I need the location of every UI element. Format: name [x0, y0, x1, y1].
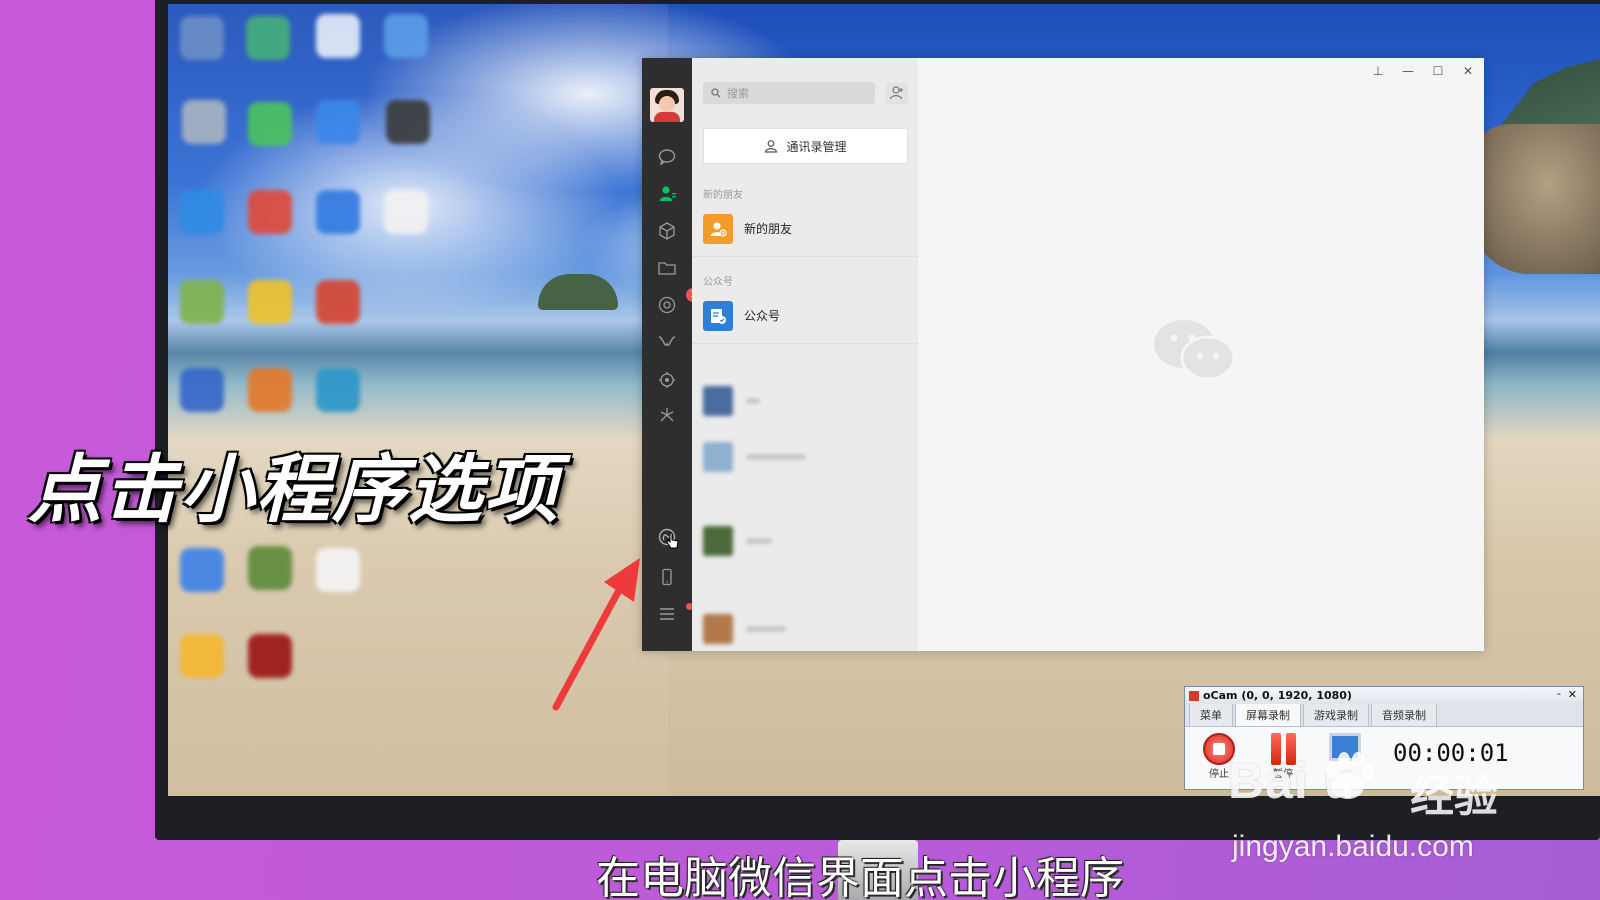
- desktop-icon[interactable]: [248, 368, 292, 412]
- search-discover-icon[interactable]: [656, 369, 678, 391]
- desktop-icon[interactable]: [248, 102, 292, 146]
- pin-icon[interactable]: ⊥: [1372, 64, 1384, 78]
- desktop-icon[interactable]: [248, 190, 292, 234]
- desktop-icon[interactable]: [316, 280, 360, 324]
- official-account-icon: [703, 300, 733, 331]
- contact-name-blurred: [746, 538, 772, 544]
- wechat-window: 1 搜索: [642, 58, 1484, 651]
- wechat-main-panel: ⊥ — ☐ ✕: [918, 58, 1484, 651]
- desktop-icon[interactable]: [316, 548, 360, 592]
- desktop-icon[interactable]: [384, 14, 428, 58]
- list-item-new-friends[interactable]: 新的朋友: [692, 201, 918, 257]
- phone-icon[interactable]: [656, 566, 678, 588]
- baidu-paw-icon: [1326, 752, 1374, 799]
- list-item-official-accounts[interactable]: 公众号: [692, 288, 918, 344]
- new-friend-icon: [703, 213, 733, 244]
- desktop-icon[interactable]: [384, 190, 428, 234]
- avatar[interactable]: [650, 88, 684, 122]
- desktop-icon[interactable]: [316, 368, 360, 412]
- desktop-icon[interactable]: [180, 190, 224, 234]
- hand-cursor-icon: [666, 532, 679, 549]
- ocam-titlebar: oCam (0, 0, 1920, 1080) - ✕: [1185, 687, 1583, 704]
- search-icon: [711, 88, 721, 98]
- moments-icon[interactable]: 1: [656, 288, 700, 316]
- look-icon[interactable]: [656, 404, 678, 426]
- desktop-icon[interactable]: [316, 14, 360, 58]
- desktop-icon[interactable]: [316, 190, 360, 234]
- contact-manage-label: 通讯录管理: [786, 139, 847, 154]
- close-icon[interactable]: ✕: [1568, 688, 1577, 701]
- desktop-icon[interactable]: [246, 16, 290, 60]
- tab-screen-record[interactable]: 屏幕录制: [1235, 703, 1301, 726]
- contact-avatar[interactable]: [703, 614, 733, 644]
- ocam-tabs: 菜单 屏幕录制 游戏录制 音频录制: [1185, 703, 1583, 726]
- tutorial-headline: 点击小程序选项: [28, 447, 560, 533]
- chat-icon[interactable]: [656, 146, 678, 168]
- tab-audio-record[interactable]: 音频录制: [1371, 703, 1437, 726]
- desktop-wallpaper-rock: [1470, 124, 1600, 274]
- tab-menu[interactable]: 菜单: [1189, 703, 1233, 726]
- section-official-accounts: 公众号: [703, 277, 733, 288]
- contacts-icon[interactable]: [656, 183, 678, 205]
- minimize-icon[interactable]: —: [1402, 64, 1414, 78]
- close-icon[interactable]: ✕: [1462, 64, 1474, 78]
- wechat-logo-icon: [1154, 320, 1236, 381]
- search-placeholder: 搜索: [727, 87, 749, 100]
- baidu-watermark-url: jingyan.baidu.com: [1232, 830, 1474, 863]
- section-new-friends: 新的朋友: [703, 190, 743, 201]
- desktop-icon[interactable]: [180, 280, 224, 324]
- contact-name-blurred: [746, 398, 760, 404]
- tab-game-record[interactable]: 游戏录制: [1303, 703, 1369, 726]
- desktop-icon[interactable]: [248, 634, 292, 678]
- desktop-icon[interactable]: [248, 546, 292, 590]
- window-controls: ⊥ — ☐ ✕: [1372, 64, 1474, 78]
- ocam-app-icon: [1189, 690, 1199, 701]
- minimize-icon[interactable]: -: [1557, 687, 1561, 700]
- new-friends-label: 新的朋友: [744, 222, 793, 236]
- baidu-watermark-cn: 经验: [1410, 771, 1498, 822]
- desktop-icon[interactable]: [386, 100, 430, 144]
- channels-icon[interactable]: [656, 332, 678, 354]
- contact-avatar[interactable]: [703, 442, 733, 472]
- contact-avatar[interactable]: [703, 526, 733, 556]
- files-icon[interactable]: [656, 257, 678, 279]
- menu-icon[interactable]: [656, 603, 693, 625]
- desktop-icon[interactable]: [180, 368, 224, 412]
- add-contact-button[interactable]: [886, 82, 908, 104]
- favorites-icon[interactable]: [656, 220, 678, 242]
- maximize-icon[interactable]: ☐: [1432, 64, 1444, 78]
- contact-avatar[interactable]: [703, 386, 733, 416]
- ocam-title: oCam (0, 0, 1920, 1080): [1203, 689, 1352, 702]
- desktop-icon[interactable]: [316, 100, 360, 144]
- contact-list-panel: 搜索 通讯录管理 新的朋友 新的朋友 公众号 公众号: [692, 58, 918, 651]
- desktop-icon[interactable]: [182, 100, 226, 144]
- pointer-arrow-icon: [552, 558, 640, 711]
- contact-name-blurred: [746, 454, 806, 460]
- search-input[interactable]: 搜索: [703, 82, 875, 104]
- contact-manage-button[interactable]: 通讯录管理: [703, 128, 908, 164]
- desktop-icon[interactable]: [180, 634, 224, 678]
- desktop-icon[interactable]: [248, 280, 292, 324]
- contact-name-blurred: [746, 626, 786, 632]
- add-user-icon: [889, 86, 903, 100]
- desktop-icon[interactable]: [180, 548, 224, 592]
- desktop-icon[interactable]: [180, 16, 224, 60]
- official-accounts-label: 公众号: [744, 309, 781, 323]
- contacts-manage-icon: [765, 140, 778, 153]
